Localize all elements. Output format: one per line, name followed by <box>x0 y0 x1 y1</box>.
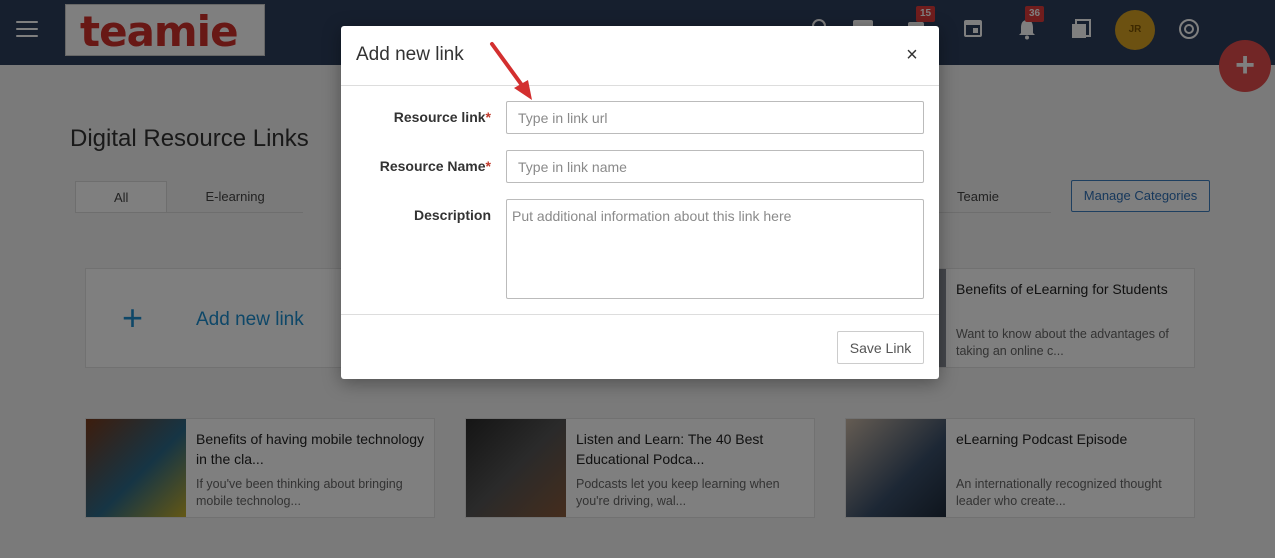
description-label: Description <box>413 207 491 223</box>
add-new-link-dialog: Add new link × Resource link* Resource N… <box>341 26 939 379</box>
dialog-header: Add new link × <box>341 26 939 86</box>
resource-name-input[interactable] <box>506 150 924 183</box>
description-textarea[interactable] <box>506 199 924 299</box>
red-arrow-annotation-icon <box>490 42 532 100</box>
required-asterisk: * <box>485 158 491 174</box>
resource-link-label: Resource link* <box>341 109 491 125</box>
save-link-button[interactable]: Save Link <box>837 331 924 364</box>
resource-name-label: Resource Name* <box>341 158 491 174</box>
required-asterisk: * <box>485 109 491 125</box>
resource-link-label-text: Resource link <box>393 109 486 125</box>
close-icon[interactable]: × <box>901 44 923 66</box>
resource-name-label-text: Resource Name <box>379 158 486 174</box>
dialog-footer: Save Link <box>341 314 939 379</box>
dialog-title: Add new link <box>356 44 464 65</box>
resource-link-input[interactable] <box>506 101 924 134</box>
